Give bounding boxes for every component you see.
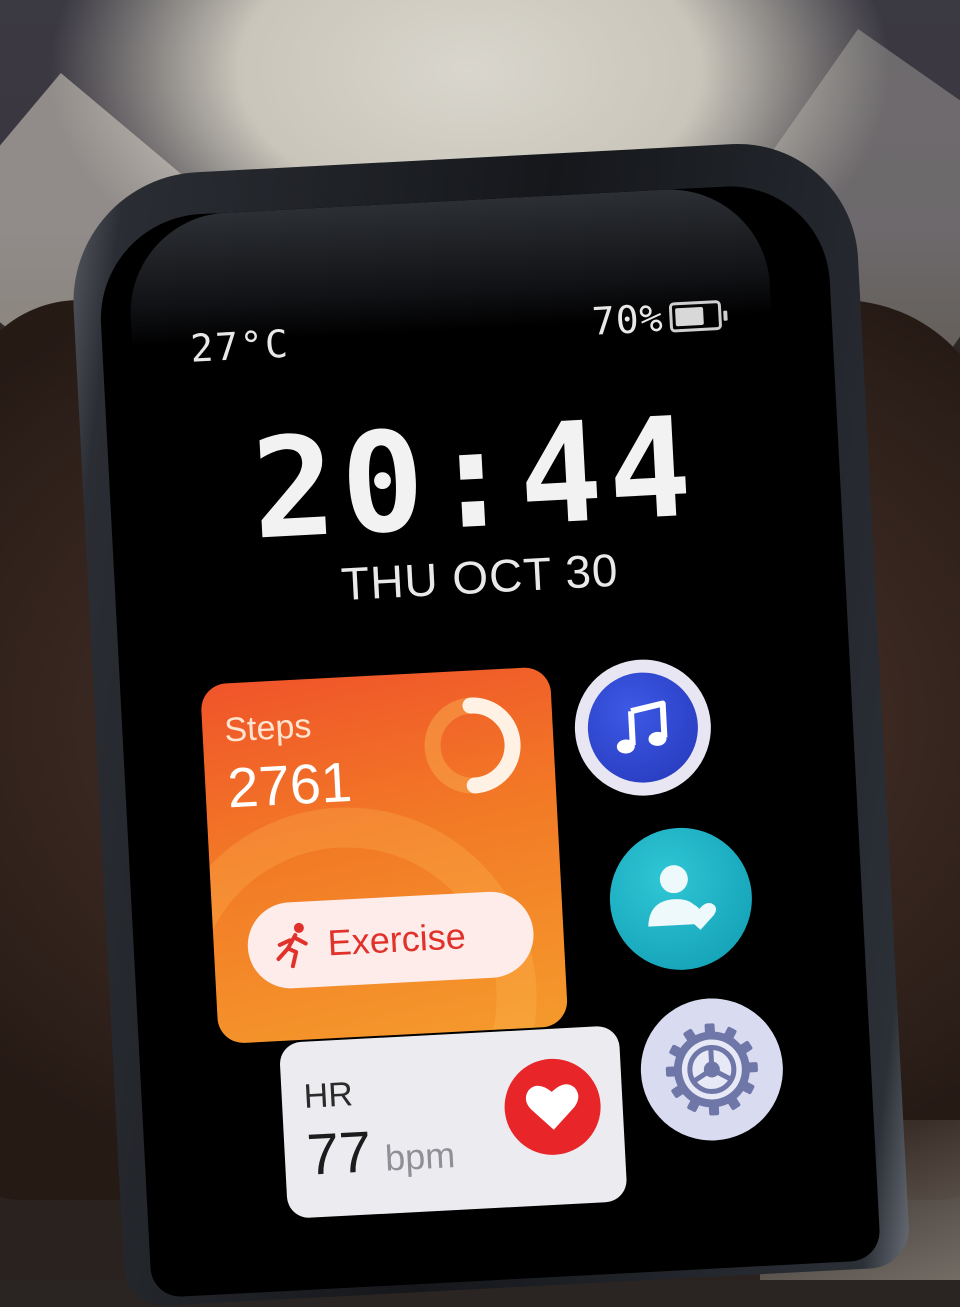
heart-rate-widget[interactable]: HR 77 bpm	[278, 1025, 628, 1219]
watch-screen: 27°C 70% 20:44 THU OCT 30 Steps 2761 Exe…	[95, 181, 882, 1299]
heart-icon-circle	[502, 1056, 604, 1158]
person-heart-icon	[648, 865, 717, 930]
gear-icon	[665, 1023, 758, 1116]
hr-value: 77	[305, 1119, 373, 1188]
gear-tooth	[704, 1023, 716, 1038]
music-app-button[interactable]	[571, 656, 715, 800]
gear-tooth	[665, 1066, 681, 1077]
steps-count: 2761	[225, 749, 354, 820]
heart-icon	[525, 1084, 579, 1130]
hr-unit: bpm	[383, 1134, 457, 1179]
battery-level-fill	[674, 306, 704, 327]
settings-button[interactable]	[637, 994, 787, 1145]
steps-label: Steps	[223, 706, 313, 750]
temperature-readout: 27°C	[189, 321, 291, 371]
battery-percent: 70%	[590, 295, 665, 344]
exercise-label: Exercise	[326, 915, 467, 964]
battery-icon	[668, 299, 723, 333]
exercise-button[interactable]: Exercise	[245, 889, 536, 991]
battery-status: 70%	[591, 293, 723, 344]
steps-widget[interactable]: Steps 2761 Exercise	[200, 666, 569, 1045]
steps-progress-ring-icon	[424, 697, 521, 794]
music-icon-circle	[585, 669, 701, 786]
hr-label: HR	[302, 1075, 354, 1116]
health-app-button[interactable]	[606, 824, 756, 974]
music-note-icon	[616, 700, 668, 754]
gear-tooth	[743, 1062, 758, 1073]
gear-tooth	[708, 1101, 720, 1116]
running-figure-icon	[276, 922, 308, 969]
